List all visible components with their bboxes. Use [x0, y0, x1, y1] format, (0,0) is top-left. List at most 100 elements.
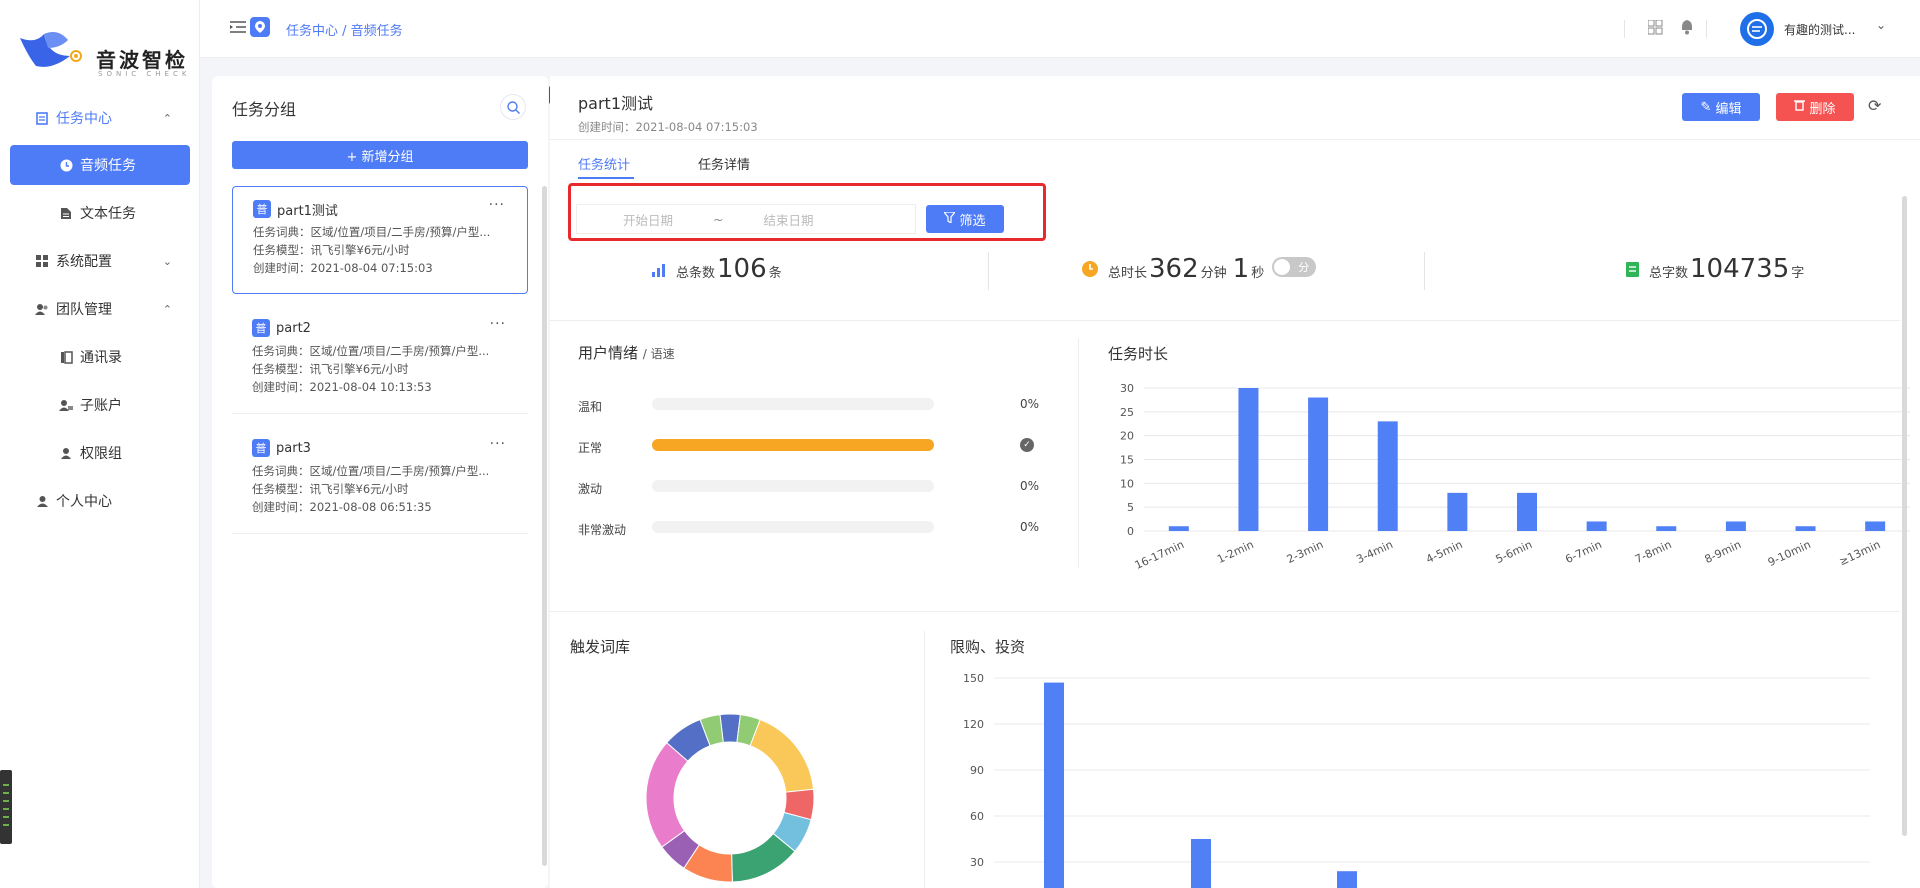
emotion-title-text: 用户情绪	[578, 344, 639, 362]
document-green-icon	[1626, 262, 1639, 281]
divider	[550, 139, 1920, 140]
x-tick-label: 1-2min	[1215, 538, 1256, 566]
filter-button[interactable]: 筛选	[926, 205, 1004, 233]
more-icon[interactable]: ···	[490, 316, 506, 332]
check-icon: ✓	[1020, 438, 1034, 452]
avatar[interactable]	[1740, 12, 1774, 46]
unit-toggle[interactable]: 分	[1272, 257, 1317, 277]
y-tick-label: 150	[963, 672, 984, 685]
trigger-chart-title: 触发词库	[570, 638, 631, 656]
task-dict: 任务词典：区域/位置/项目/二手房/预算/户型...	[252, 344, 490, 358]
logo-title: 音波智检	[96, 48, 188, 72]
x-tick-label: ≥13min	[1837, 538, 1882, 568]
bar	[1586, 521, 1607, 531]
pie-slice	[645, 741, 689, 848]
stat-unit: 字	[1791, 266, 1805, 281]
divider	[924, 631, 925, 888]
stat-label: 总条数	[676, 266, 716, 281]
sidebar-item-label: 通讯录	[80, 350, 122, 366]
tab-statistics[interactable]: 任务统计	[578, 154, 630, 173]
sidebar-item-personal[interactable]: 个人中心	[10, 481, 190, 521]
location-icon[interactable]	[250, 17, 270, 37]
team-icon	[34, 301, 50, 317]
sidebar-item-label: 系统配置	[56, 254, 112, 270]
more-icon[interactable]: ···	[490, 436, 506, 452]
y-tick-label: 10	[1120, 477, 1134, 490]
scrollbar[interactable]	[1902, 196, 1907, 836]
limit-bar-chart: 30 60 90 120 150	[963, 672, 1870, 888]
duration-chart-title: 任务时长	[1108, 345, 1169, 363]
search-icon[interactable]	[500, 94, 526, 120]
user-name[interactable]: 有趣的测试...	[1784, 21, 1855, 38]
apps-grid-icon[interactable]	[1647, 19, 1663, 39]
side-widget[interactable]	[0, 770, 12, 844]
duration-bar-chart: 0 5 10 15 20 25 30 16-17min 1-2min 2-3min 3-4min 4-…	[1120, 382, 1910, 572]
bell-icon[interactable]	[1680, 19, 1694, 39]
task-card[interactable]: 普 part3 ··· 任务词典：区域/位置/项目/二手房/预算/户型... 任务…	[232, 426, 528, 534]
sidebar-item-contacts[interactable]: 通讯录	[10, 337, 190, 377]
bar	[1044, 682, 1064, 888]
divider	[550, 611, 1900, 612]
y-tick-label: 30	[970, 856, 984, 869]
sidebar-item-task-center[interactable]: 任务中心 ⌃	[10, 98, 190, 138]
sidebar-item-sub-account[interactable]: 子账户	[10, 385, 190, 425]
audio-icon	[58, 157, 74, 173]
date-range-picker[interactable]: 开始日期 ~ 结束日期	[576, 204, 916, 234]
task-model: 任务模型：讯飞引擎¥6元/小时	[253, 243, 410, 257]
x-tick-label: 16-17min	[1133, 538, 1186, 572]
task-name: part2	[276, 320, 311, 336]
funnel-icon	[943, 210, 957, 227]
x-tick-label: 5-6min	[1494, 538, 1535, 566]
trigger-donut-chart	[645, 713, 815, 883]
bar	[1168, 526, 1189, 531]
edit-button[interactable]: ✎ 编辑	[1682, 93, 1760, 121]
x-tick-label: 7-8min	[1633, 538, 1674, 566]
bar	[1191, 839, 1211, 888]
sidebar-item-label: 个人中心	[56, 494, 112, 510]
scrollbar[interactable]	[542, 186, 547, 866]
delete-label: 删除	[1809, 101, 1836, 117]
x-tick-label: 8-9min	[1703, 538, 1744, 566]
emotion-pct: 0%	[1020, 520, 1040, 534]
sidebar-item-permission[interactable]: 权限组	[10, 433, 190, 473]
task-name: part1测试	[277, 203, 338, 219]
emotion-bar	[652, 521, 934, 533]
sidebar-item-system-config[interactable]: 系统配置 ⌄	[10, 241, 190, 281]
sidebar-item-audio-task[interactable]: 音频任务	[10, 145, 190, 185]
sidebar-item-team[interactable]: 团队管理 ⌃	[10, 289, 190, 329]
bar	[1725, 521, 1746, 531]
menu-fold-icon[interactable]	[230, 20, 246, 38]
chevron-down-icon[interactable]: ⌄	[1876, 18, 1886, 32]
task-card[interactable]: 普 part1测试 ··· 任务词典：区域/位置/项目/二手房/预算/户型... …	[232, 186, 528, 294]
page-title: part1测试	[578, 94, 653, 113]
stat-label: 总字数	[1649, 266, 1689, 281]
sidebar-item-label: 音频任务	[80, 158, 136, 174]
logo: 音波智检 SONIC CHECK	[18, 26, 188, 78]
end-date-input[interactable]: 结束日期	[764, 210, 814, 229]
more-icon[interactable]: ···	[489, 197, 505, 213]
task-created: 创建时间：2021-08-04 10:13:53	[252, 380, 432, 394]
trash-icon	[1794, 99, 1806, 115]
breadcrumb[interactable]: 任务中心 / 音频任务	[286, 20, 403, 39]
bar	[1865, 521, 1886, 531]
toggle-knob	[1274, 259, 1291, 275]
bar	[1517, 492, 1537, 531]
emotion-bar	[652, 398, 934, 410]
bar	[1337, 871, 1357, 888]
stat-unit: 分钟	[1200, 266, 1227, 281]
sidebar-item-text-task[interactable]: 文本任务	[10, 193, 190, 233]
grid-icon	[34, 253, 50, 269]
tab-details[interactable]: 任务详情	[698, 154, 750, 173]
stat-total-count: 总条数 106 条	[652, 254, 782, 294]
emotion-pct: 0%	[1020, 479, 1040, 493]
y-tick-label: 5	[1127, 501, 1134, 514]
start-date-input[interactable]: 开始日期	[623, 210, 673, 229]
delete-button[interactable]: 删除	[1776, 93, 1854, 121]
add-group-button[interactable]: + 新增分组	[232, 141, 528, 169]
edit-label: 编辑	[1715, 101, 1742, 117]
main-panel: part1测试 创建时间：2021-08-04 07:15:03 ✎ 编辑 删除 …	[550, 76, 1920, 888]
panel-title: 任务分组	[232, 100, 297, 119]
created-time: 创建时间：2021-08-04 07:15:03	[578, 120, 758, 134]
task-card[interactable]: 普 part2 ··· 任务词典：区域/位置/项目/二手房/预算/户型... 任务…	[232, 306, 528, 414]
refresh-icon[interactable]: ⟳	[1868, 96, 1881, 115]
